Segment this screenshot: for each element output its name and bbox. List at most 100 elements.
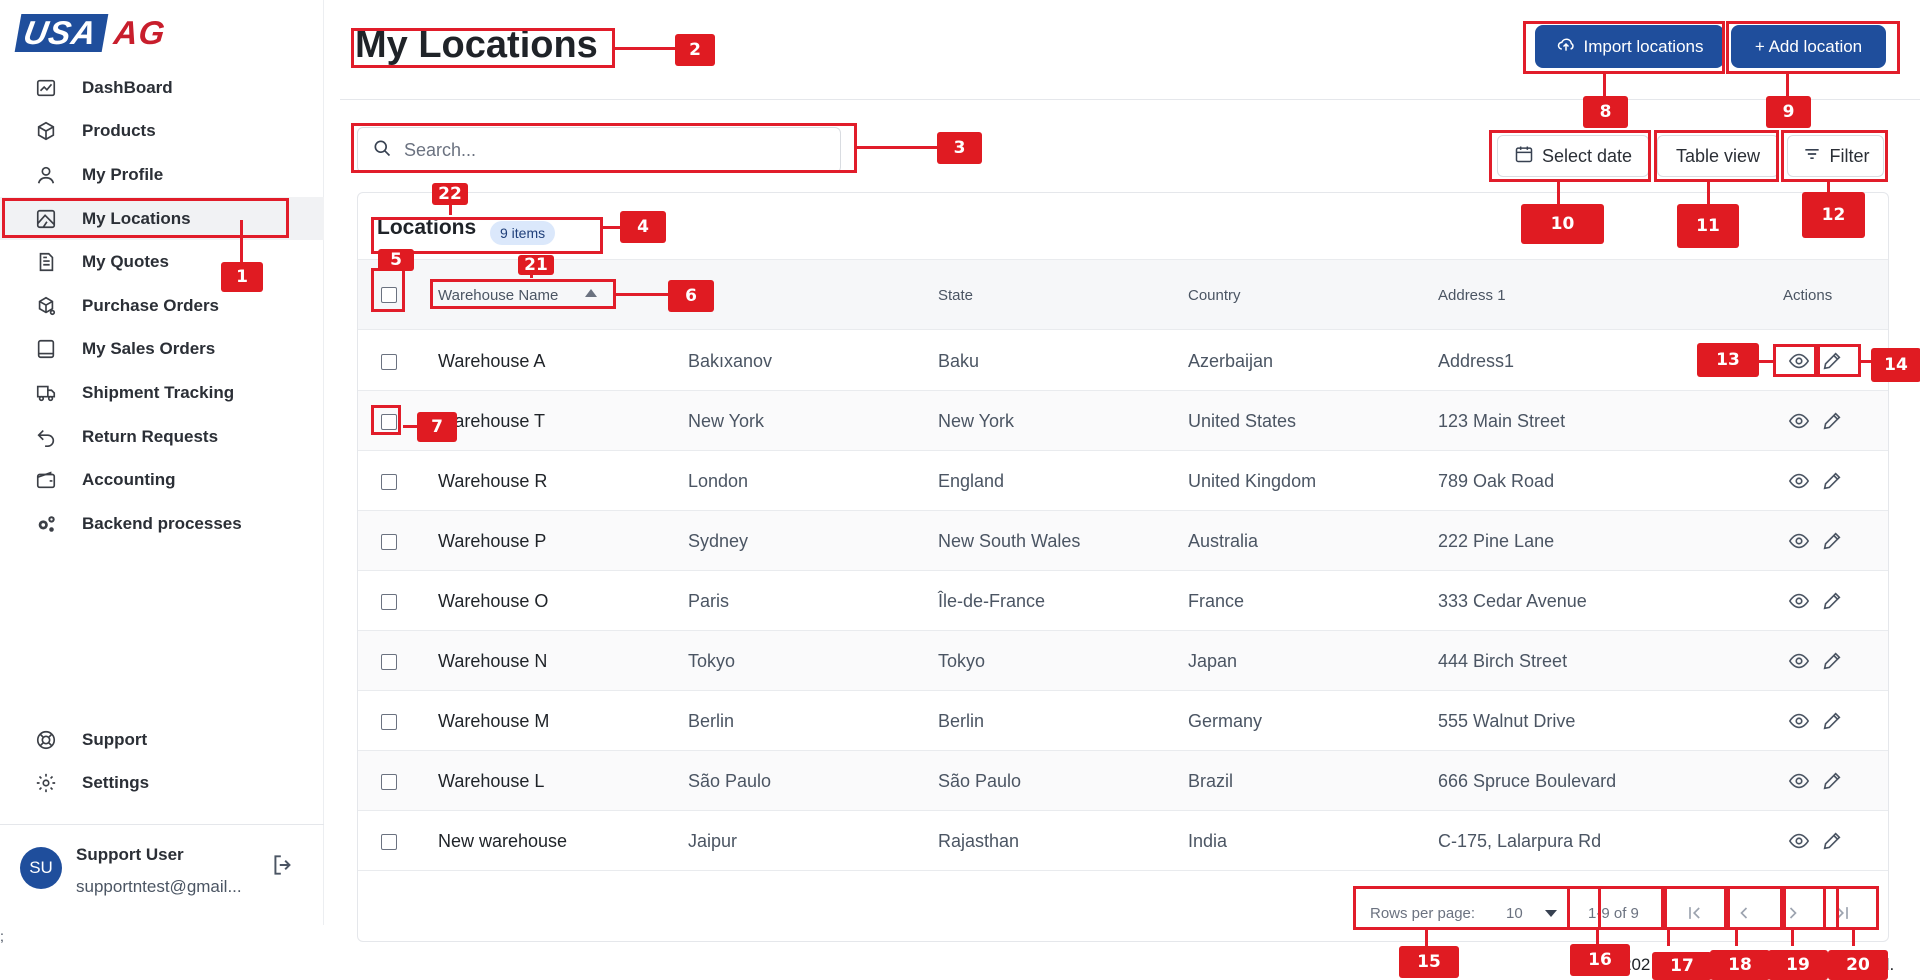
search-icon — [372, 138, 392, 163]
cell-country: Japan — [1188, 650, 1238, 671]
sidebar-item-accounting[interactable]: Accounting — [0, 458, 324, 502]
annotation-leader-line — [615, 47, 675, 50]
previous-page-icon[interactable] — [1728, 897, 1760, 929]
table-row[interactable]: Warehouse A Bakıxanov Baku Azerbaijan Addres… — [358, 331, 1888, 391]
table-row[interactable]: Warehouse P Sydney New South Wales Australi… — [358, 511, 1888, 571]
sidebar-item-label: My Profile — [82, 164, 164, 184]
sidebar-item-my-profile[interactable]: My Profile — [0, 153, 324, 197]
pagination-range: 1-9 of 9 — [1588, 893, 1639, 933]
view-eye-icon[interactable] — [1787, 709, 1811, 733]
row-checkbox[interactable] — [381, 774, 397, 790]
row-checkbox[interactable] — [381, 414, 397, 430]
row-checkbox[interactable] — [381, 354, 397, 370]
user-card[interactable]: SU Support User supportntest@gmail... — [20, 845, 242, 897]
edit-pencil-icon[interactable] — [1820, 589, 1844, 613]
cell-address: 789 Oak Road — [1438, 470, 1555, 491]
row-checkbox[interactable] — [381, 834, 397, 850]
edit-pencil-icon[interactable] — [1820, 349, 1844, 373]
sidebar-item-support[interactable]: Support — [0, 718, 324, 762]
sidebar-item-return-requests[interactable]: Return Requests — [0, 415, 324, 459]
search-input[interactable] — [404, 139, 804, 161]
row-checkbox[interactable] — [381, 474, 397, 490]
import-locations-button[interactable]: Import locations — [1535, 25, 1724, 68]
table-title: Locations — [377, 216, 477, 239]
table-row[interactable]: Warehouse L São Paulo São Paulo Brazil 666 S… — [358, 751, 1888, 811]
sidebar-item-my-quotes[interactable]: My Quotes — [0, 240, 324, 284]
sidebar-item-my-locations[interactable]: My Locations — [0, 196, 324, 241]
rows-per-page-select[interactable]: 10 — [1506, 893, 1557, 933]
cell-state: New South Wales — [938, 530, 1081, 551]
edit-pencil-icon[interactable] — [1820, 709, 1844, 733]
row-checkbox[interactable] — [381, 654, 397, 670]
user-icon — [34, 163, 58, 187]
usaag-logo[interactable]: USA AG — [14, 14, 167, 52]
cell-state: Baku — [938, 350, 980, 371]
view-eye-icon[interactable] — [1787, 589, 1811, 613]
edit-pencil-icon[interactable] — [1820, 469, 1844, 493]
table-row[interactable]: Warehouse M Berlin Berlin Germany 555 Walnut… — [358, 691, 1888, 751]
sidebar-item-shipment-tracking[interactable]: Shipment Tracking — [0, 371, 324, 415]
cell-address: 123 Main Street — [1438, 410, 1566, 431]
cell-state: New York — [938, 410, 1015, 431]
add-location-button[interactable]: + Add location — [1731, 25, 1886, 68]
table-row[interactable]: Warehouse R London England United Kingdom 78… — [358, 451, 1888, 511]
cell-city: Tokyo — [688, 650, 736, 671]
cell-warehouse-name: New warehouse — [438, 830, 568, 851]
cell-state: São Paulo — [938, 770, 1022, 791]
view-eye-icon[interactable] — [1787, 529, 1811, 553]
table-view-button[interactable]: Table view — [1657, 135, 1779, 177]
column-header-country[interactable]: Country — [1188, 260, 1241, 331]
table-row[interactable]: Warehouse T New York New York United States… — [358, 391, 1888, 451]
view-eye-icon[interactable] — [1787, 349, 1811, 373]
cell-country: United States — [1188, 410, 1297, 431]
search-box[interactable] — [357, 127, 841, 173]
first-page-icon[interactable] — [1679, 897, 1711, 929]
sidebar-item-settings[interactable]: Settings — [0, 762, 324, 806]
row-checkbox[interactable] — [381, 714, 397, 730]
cell-address: 666 Spruce Boulevard — [1438, 770, 1617, 791]
sidebar-item-my-sales-orders[interactable]: My Sales Orders — [0, 328, 324, 372]
next-page-icon[interactable] — [1777, 897, 1809, 929]
edit-pencil-icon[interactable] — [1820, 769, 1844, 793]
logout-icon[interactable] — [270, 852, 296, 878]
cell-city: Jaipur — [688, 830, 738, 851]
sidebar-item-backend-processes[interactable]: Backend processes — [0, 502, 324, 546]
annotation-leader-line — [1786, 74, 1789, 98]
table-row[interactable]: Warehouse O Paris Île-de-France France 333 C… — [358, 571, 1888, 631]
sidebar-divider — [0, 824, 324, 825]
box-cart-icon — [34, 294, 58, 318]
view-eye-icon[interactable] — [1787, 829, 1811, 853]
user-email: supportntest@gmail... — [76, 877, 242, 896]
filter-button[interactable]: Filter — [1787, 135, 1884, 177]
view-eye-icon[interactable] — [1787, 769, 1811, 793]
view-eye-icon[interactable] — [1787, 409, 1811, 433]
table-header: Warehouse Name State Country Address 1 A… — [358, 259, 1888, 330]
column-header-state[interactable]: State — [938, 260, 973, 331]
row-checkbox[interactable] — [381, 534, 397, 550]
table-row[interactable]: New warehouse Jaipur Rajasthan India C-175, … — [358, 811, 1888, 871]
sidebar-bottom-nav: Support Settings — [0, 718, 324, 805]
last-page-icon[interactable] — [1826, 897, 1858, 929]
view-eye-icon[interactable] — [1787, 469, 1811, 493]
edit-pencil-icon[interactable] — [1820, 649, 1844, 673]
sidebar-item-products[interactable]: Products — [0, 110, 324, 154]
calendar-icon — [1514, 144, 1534, 169]
select-date-button[interactable]: Select date — [1497, 135, 1649, 177]
select-all-checkbox[interactable] — [381, 287, 397, 303]
annotation-tag-7: 7 — [417, 412, 457, 442]
edit-pencil-icon[interactable] — [1820, 529, 1844, 553]
sidebar-item-dashboard[interactable]: DashBoard — [0, 66, 324, 110]
view-eye-icon[interactable] — [1787, 649, 1811, 673]
annotation-tag-14: 14 — [1871, 348, 1920, 382]
edit-pencil-icon[interactable] — [1820, 829, 1844, 853]
edit-pencil-icon[interactable] — [1820, 409, 1844, 433]
annotation-leader-line — [857, 146, 937, 149]
sidebar-item-purchase-orders[interactable]: Purchase Orders — [0, 284, 324, 328]
row-checkbox[interactable] — [381, 594, 397, 610]
cube-icon — [34, 119, 58, 143]
table-row[interactable]: Warehouse N Tokyo Tokyo Japan 444 Birch Stre… — [358, 631, 1888, 691]
column-header-actions: Actions — [1783, 287, 1833, 304]
annotation-tag-15: 15 — [1399, 946, 1459, 978]
sort-ascending-icon[interactable] — [585, 289, 597, 297]
column-header-address[interactable]: Address 1 — [1438, 260, 1506, 331]
